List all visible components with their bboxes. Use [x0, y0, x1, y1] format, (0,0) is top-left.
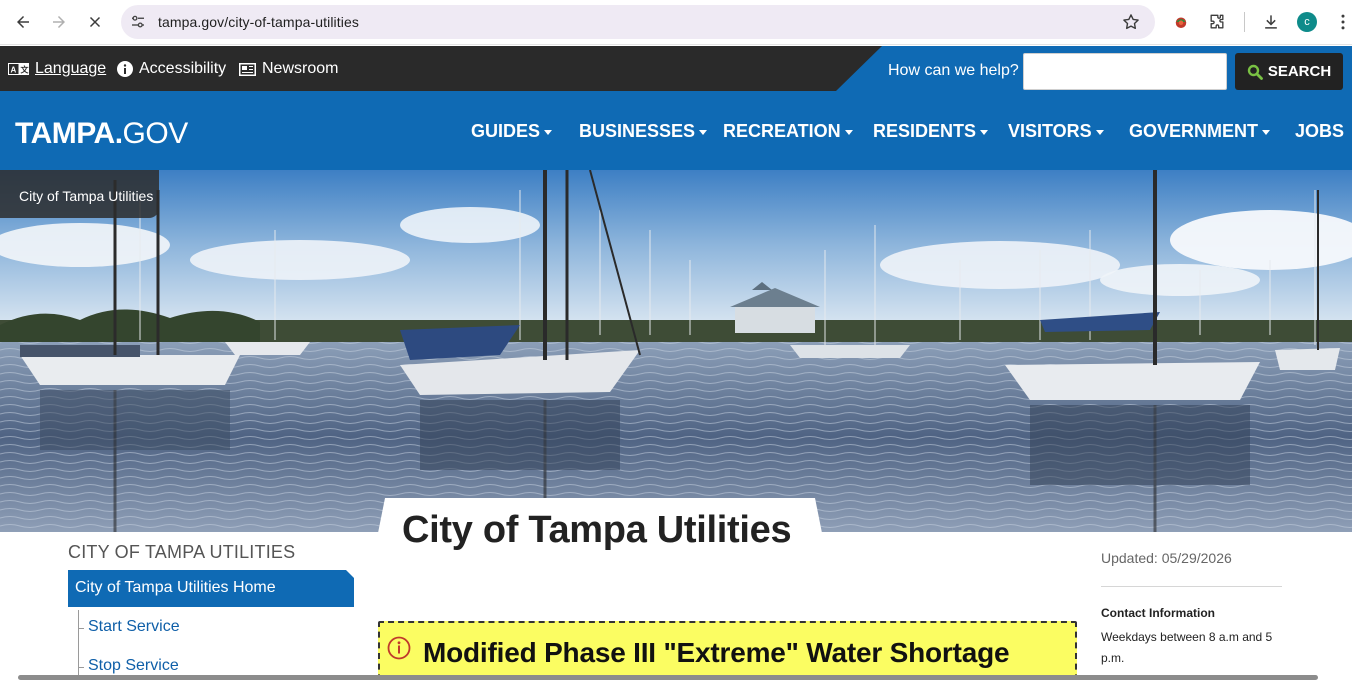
nav-item-label: JOBS	[1295, 121, 1345, 141]
nav-item-businesses[interactable]: BUSINESSES	[579, 121, 708, 142]
nav-item-visitors[interactable]: VISITORS	[1008, 121, 1104, 142]
contact-hours: Weekdays between 8 a.m and 5 p.m.	[1101, 630, 1273, 665]
nav-item-label: BUSINESSES	[579, 121, 696, 141]
nav-item-label: RESIDENTS	[873, 121, 977, 141]
sidebar-item-home[interactable]: City of Tampa Utilities Home	[68, 570, 354, 607]
stop-loading-icon[interactable]	[82, 9, 108, 35]
updated-date: Updated: 05/29/2026	[1101, 550, 1232, 566]
sidebar-heading: CITY OF TAMPA UTILITIES	[68, 542, 296, 562]
browser-toolbar: tampa.gov/city-of-tampa-utilities c	[0, 0, 1352, 45]
harbor-sailboats-image	[0, 170, 1352, 532]
bookmark-star-icon[interactable]	[1121, 12, 1141, 32]
alert-title[interactable]: Modified Phase III "Extreme" Water Short…	[423, 637, 1010, 669]
nav-item-label: GOVERNMENT	[1129, 121, 1259, 141]
sidebar-tree-tick	[78, 628, 84, 629]
caret-down-icon	[844, 129, 853, 135]
puzzle-icon[interactable]	[1206, 11, 1228, 33]
nav-item-guides[interactable]: GUIDES	[471, 121, 553, 142]
nav-item-label: GUIDES	[471, 121, 541, 141]
nav-item-recreation[interactable]: RECREATION	[723, 121, 853, 142]
caret-down-icon	[980, 129, 989, 135]
site-search-input[interactable]	[1023, 53, 1227, 90]
page-root: tampa.gov/city-of-tampa-utilities c A 文 …	[0, 0, 1352, 680]
language-link[interactable]: A 文 Language	[8, 60, 106, 78]
sidebar-tree-tick	[78, 667, 84, 668]
kebab-menu-icon[interactable]	[1332, 11, 1352, 33]
sidebar-item-stop-service[interactable]: Stop Service	[88, 657, 179, 675]
profile-avatar[interactable]: c	[1297, 12, 1317, 32]
search-button[interactable]: SEARCH	[1235, 53, 1343, 90]
search-button-label: SEARCH	[1267, 63, 1332, 80]
nav-item-jobs[interactable]: JOBS	[1295, 121, 1344, 142]
magnifier-icon	[1247, 64, 1263, 80]
nav-item-label: VISITORS	[1008, 121, 1092, 141]
right-column-divider	[1101, 586, 1282, 587]
contact-heading: Contact Information	[1101, 606, 1215, 620]
caret-down-icon	[1095, 129, 1104, 135]
logo-bold-text: TAMPA.	[15, 117, 123, 150]
nav-item-government[interactable]: GOVERNMENT	[1129, 121, 1271, 142]
page-title: City of Tampa Utilities	[402, 509, 792, 551]
alert-info-icon	[387, 636, 411, 660]
accessibility-link[interactable]: Accessibility	[117, 60, 226, 78]
sidebar-item-start-service[interactable]: Start Service	[88, 618, 180, 636]
caret-down-icon	[1262, 129, 1271, 135]
caret-down-icon	[544, 129, 553, 135]
accessibility-label[interactable]: Accessibility	[139, 60, 226, 78]
address-bar[interactable]: tampa.gov/city-of-tampa-utilities	[121, 5, 1155, 39]
site-settings-icon[interactable]	[129, 13, 147, 31]
forward-arrow-icon[interactable]	[46, 9, 72, 35]
breadcrumb[interactable]: City of Tampa Utilities	[0, 170, 159, 218]
newsroom-label[interactable]: Newsroom	[262, 60, 338, 78]
caret-down-icon	[699, 129, 708, 135]
svg-text:文: 文	[21, 65, 30, 75]
search-help-label: How can we help?	[888, 62, 1019, 79]
toolbar-divider	[1244, 12, 1245, 32]
sidebar-tree-line	[78, 610, 79, 680]
back-arrow-icon[interactable]	[10, 9, 36, 35]
logo-light-text: GOV	[122, 117, 189, 150]
newsroom-link[interactable]: Newsroom	[239, 60, 338, 78]
language-label[interactable]: Language	[35, 60, 106, 78]
site-logo[interactable]: TAMPA.GOV	[15, 117, 188, 151]
info-icon	[117, 61, 133, 77]
newspaper-icon	[239, 62, 256, 76]
hero-image	[0, 170, 1352, 532]
extension-icon[interactable]	[1170, 11, 1192, 33]
svg-text:A: A	[11, 66, 17, 75]
address-url[interactable]: tampa.gov/city-of-tampa-utilities	[158, 14, 359, 30]
nav-item-label: RECREATION	[723, 121, 841, 141]
nav-item-residents[interactable]: RESIDENTS	[873, 121, 989, 142]
download-icon[interactable]	[1260, 11, 1282, 33]
translate-icon: A 文	[8, 63, 29, 75]
horizontal-scrollbar[interactable]	[18, 675, 1318, 680]
